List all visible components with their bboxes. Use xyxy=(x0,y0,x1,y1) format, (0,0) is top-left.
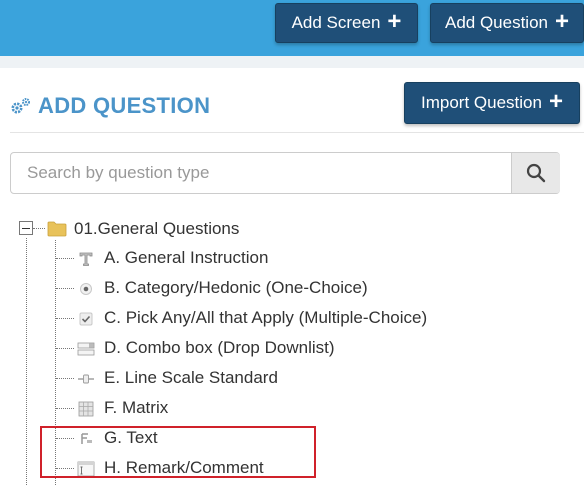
tree-connector xyxy=(56,258,74,259)
textarea-icon xyxy=(77,460,95,477)
import-question-button[interactable]: Import Question + xyxy=(404,82,580,124)
question-type-tree: 01.General Questions A. General Instruct… xyxy=(0,210,584,485)
matrix-icon xyxy=(77,400,95,417)
panel-gap xyxy=(0,56,584,68)
plus-icon: + xyxy=(555,8,570,35)
tree-item-combo-box[interactable]: D. Combo box (Drop Downlist) xyxy=(0,333,584,363)
tree-item-text[interactable]: G. Text xyxy=(0,423,584,453)
add-screen-label: Add Screen xyxy=(291,13,381,32)
tree-connector xyxy=(56,378,74,379)
plus-icon: + xyxy=(387,8,402,35)
import-question-label: Import Question xyxy=(421,93,542,112)
tree-root-general-questions[interactable]: 01.General Questions xyxy=(74,219,239,239)
tree-connector xyxy=(33,228,45,229)
tree-item-label: D. Combo box (Drop Downlist) xyxy=(104,338,335,357)
search-bar xyxy=(10,152,560,194)
title-group: ADD QUESTION xyxy=(10,93,210,119)
tree-item-label: G. Text xyxy=(104,428,158,447)
text-field-icon xyxy=(77,430,95,447)
add-question-label: Add Question xyxy=(444,13,548,32)
tree-connector xyxy=(56,468,74,469)
tree-connector xyxy=(56,438,74,439)
collapse-toggle-icon[interactable] xyxy=(19,221,33,235)
tree-item-label: A. General Instruction xyxy=(104,248,269,267)
combobox-icon xyxy=(77,340,95,357)
tree-item-general-instruction[interactable]: A. General Instruction xyxy=(0,243,584,273)
add-question-button[interactable]: Add Question + xyxy=(430,3,584,43)
tree-item-remark-comment[interactable]: H. Remark/Comment xyxy=(0,453,584,483)
tree-item-label: B. Category/Hedonic (One-Choice) xyxy=(104,278,368,297)
panel-header: ADD QUESTION Import Question + xyxy=(0,68,584,134)
header-divider xyxy=(10,132,584,133)
tree-item-label: C. Pick Any/All that Apply (Multiple-Cho… xyxy=(104,308,428,327)
folder-icon xyxy=(47,221,67,237)
tree-item-label: F. Matrix xyxy=(104,398,169,417)
tree-connector xyxy=(56,318,74,319)
top-toolbar: Add Screen + Add Question + xyxy=(0,0,584,56)
plus-icon: + xyxy=(548,88,563,115)
radio-icon xyxy=(77,280,95,297)
tree-item-line-scale[interactable]: E. Line Scale Standard xyxy=(0,363,584,393)
tree-item-matrix[interactable]: F. Matrix xyxy=(0,393,584,423)
checkbox-icon xyxy=(77,310,95,327)
search-input[interactable] xyxy=(11,153,511,193)
page-title: ADD QUESTION xyxy=(38,93,211,118)
tree-item-pick-any[interactable]: C. Pick Any/All that Apply (Multiple-Cho… xyxy=(0,303,584,333)
line-scale-icon xyxy=(77,370,95,387)
text-type-icon xyxy=(77,250,95,267)
tree-connector xyxy=(56,288,74,289)
cogs-icon xyxy=(11,98,30,114)
search-icon xyxy=(526,163,546,183)
add-screen-button[interactable]: Add Screen + xyxy=(275,3,418,43)
tree-connector xyxy=(56,408,74,409)
search-button[interactable] xyxy=(511,153,560,193)
tree-item-category-hedonic[interactable]: B. Category/Hedonic (One-Choice) xyxy=(0,273,584,303)
tree-item-label: E. Line Scale Standard xyxy=(104,368,278,387)
tree-connector xyxy=(56,348,74,349)
tree-item-label: H. Remark/Comment xyxy=(104,458,264,477)
